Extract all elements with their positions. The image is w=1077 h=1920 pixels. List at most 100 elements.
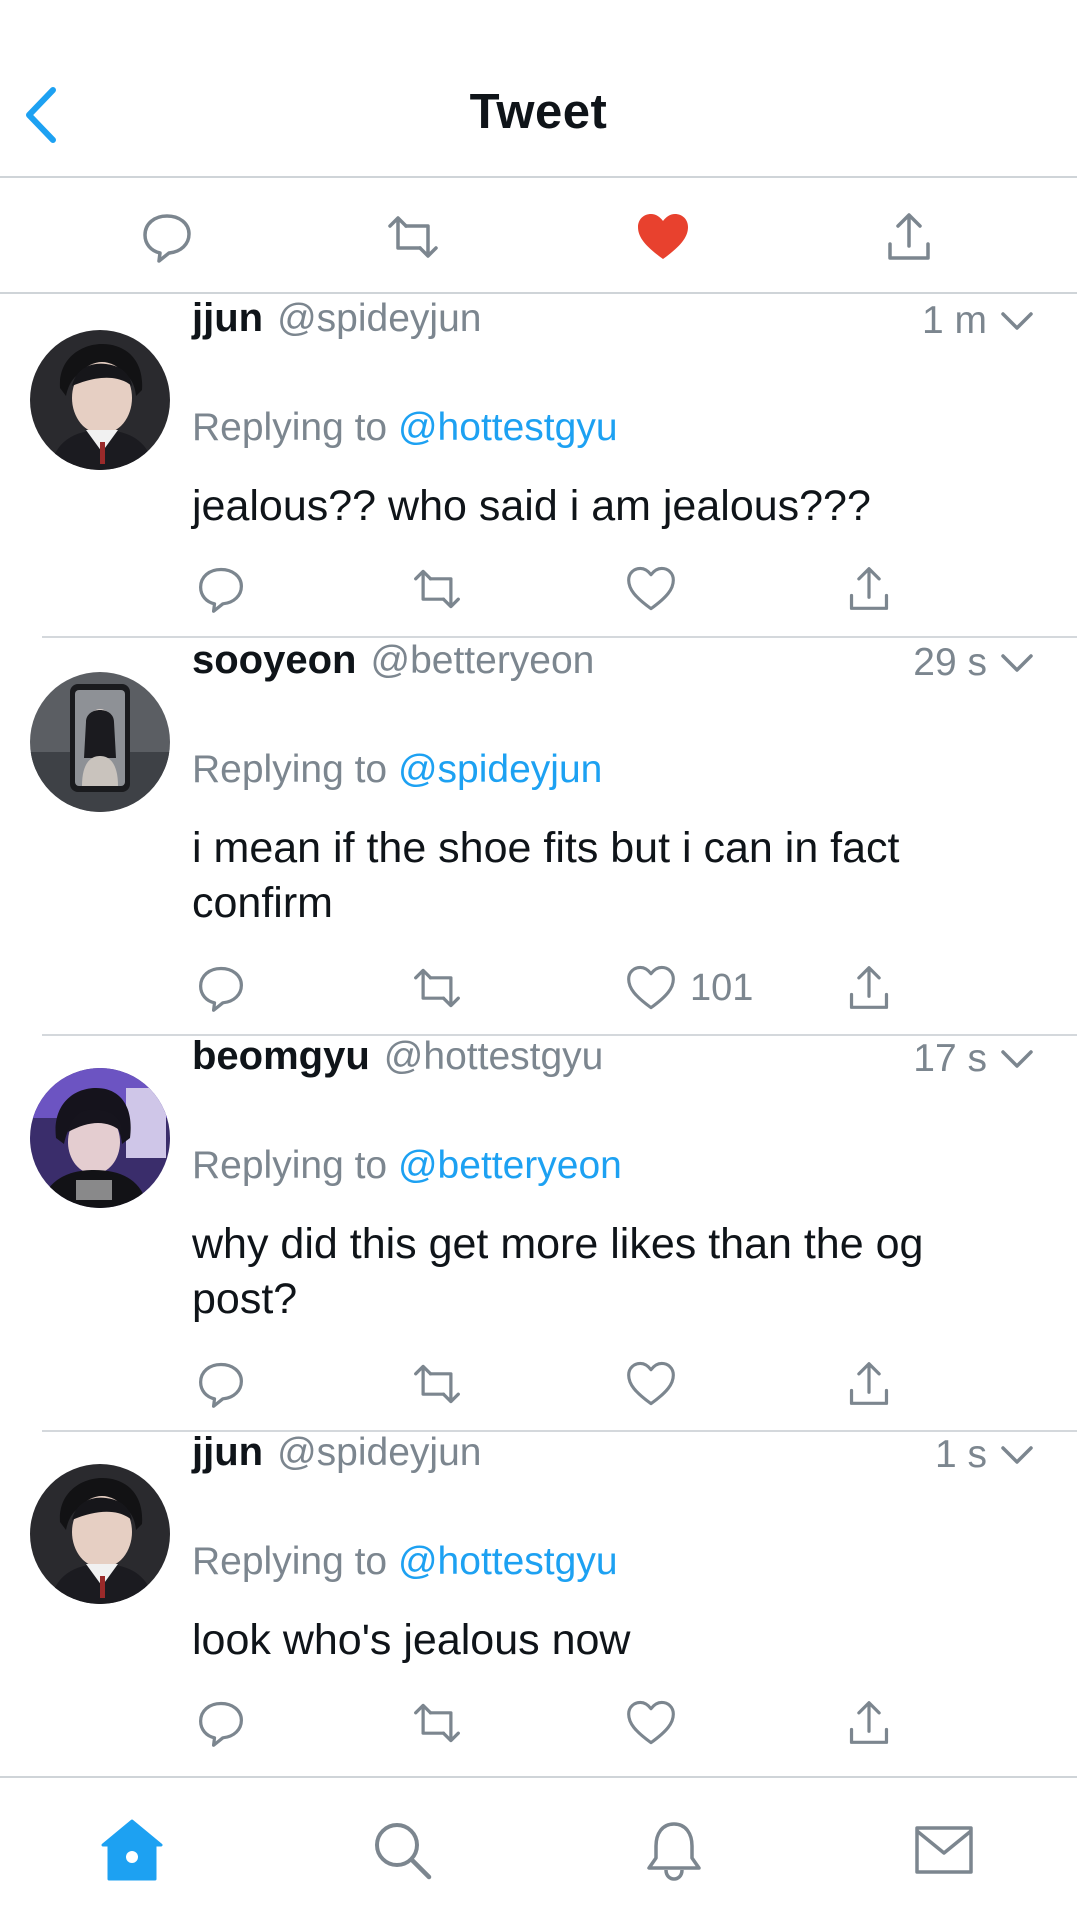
tweet-item[interactable]: jjun @spideyjun 1 s Replying to @hottest… bbox=[0, 1430, 1077, 1776]
tweet-actions bbox=[192, 1693, 952, 1753]
tweet-meta: 17 s bbox=[913, 1034, 1037, 1084]
tweet-options-button[interactable] bbox=[997, 1435, 1037, 1475]
like-count: 101 bbox=[690, 966, 754, 1009]
share-icon bbox=[849, 1701, 889, 1744]
tweet-meta: 1 s bbox=[935, 1430, 1037, 1480]
main-like-button[interactable] bbox=[628, 202, 698, 272]
display-name[interactable]: jjun bbox=[192, 296, 263, 341]
display-name[interactable]: jjun bbox=[192, 1430, 263, 1475]
display-name[interactable]: sooyeon bbox=[192, 638, 356, 683]
retweet-button[interactable] bbox=[410, 559, 464, 619]
main-reply-button[interactable] bbox=[132, 202, 202, 272]
replying-to: Replying to @hottestgyu bbox=[192, 406, 618, 450]
main-retweet-button[interactable] bbox=[378, 202, 448, 272]
chevron-down-icon bbox=[1001, 312, 1033, 330]
reply-button[interactable] bbox=[196, 958, 246, 1018]
avatar-photo-icon bbox=[30, 1464, 170, 1604]
tweet-options-button[interactable] bbox=[997, 301, 1037, 341]
reply-button[interactable] bbox=[196, 1693, 246, 1753]
share-button[interactable] bbox=[846, 1354, 892, 1414]
tweet-header: beomgyu @hottestgyu bbox=[192, 1034, 603, 1084]
timestamp: 29 s bbox=[913, 641, 987, 684]
replying-to: Replying to @betteryeon bbox=[192, 1144, 622, 1188]
tweet-header: jjun @spideyjun bbox=[192, 1430, 481, 1480]
avatar[interactable] bbox=[30, 1068, 170, 1208]
avatar-photo-icon bbox=[30, 672, 170, 812]
share-icon bbox=[849, 567, 889, 610]
share-icon bbox=[849, 1362, 889, 1405]
home-icon bbox=[101, 1819, 163, 1881]
heart-filled-icon bbox=[638, 214, 688, 259]
tweet-item[interactable]: beomgyu @hottestgyu 17 s Replying to @be… bbox=[0, 1034, 1077, 1432]
heart-outline-icon bbox=[627, 965, 675, 1010]
share-button[interactable] bbox=[846, 559, 892, 619]
replying-to-label: Replying to bbox=[192, 1540, 388, 1583]
user-handle[interactable]: @betteryeon bbox=[370, 639, 594, 683]
tweet-item[interactable]: jjun @spideyjun 1 m Replying to @hottest… bbox=[0, 296, 1077, 640]
tweet-options-button[interactable] bbox=[997, 1039, 1037, 1079]
like-button[interactable]: 101 bbox=[626, 958, 753, 1018]
tweet-item[interactable]: sooyeon @betteryeon 29 s Replying to @sp… bbox=[0, 638, 1077, 1036]
tweet-text: look who's jealous now bbox=[192, 1616, 631, 1664]
tweet-meta: 1 m bbox=[922, 296, 1037, 346]
retweet-icon bbox=[414, 1364, 460, 1404]
share-button[interactable] bbox=[846, 1693, 892, 1753]
tweet-text: i mean if the shoe fits but i can in fac… bbox=[192, 824, 900, 927]
reply-icon bbox=[143, 214, 191, 263]
reply-icon bbox=[199, 1362, 243, 1408]
replying-to: Replying to @spideyjun bbox=[192, 748, 602, 792]
reply-icon bbox=[199, 1701, 243, 1747]
replying-to: Replying to @hottestgyu bbox=[192, 1540, 618, 1584]
tweet-meta: 29 s bbox=[913, 638, 1037, 688]
retweet-icon bbox=[414, 569, 460, 609]
retweet-icon bbox=[414, 1703, 460, 1743]
user-handle[interactable]: @spideyjun bbox=[277, 1431, 481, 1475]
avatar-photo-icon bbox=[30, 330, 170, 470]
tab-home[interactable] bbox=[92, 1810, 172, 1890]
chevron-down-icon bbox=[1001, 654, 1033, 672]
top-nav-bar: Tweet bbox=[0, 0, 1077, 178]
tab-search[interactable] bbox=[362, 1810, 442, 1890]
mention-link[interactable]: @betteryeon bbox=[398, 1144, 622, 1187]
tweet-options-button[interactable] bbox=[997, 643, 1037, 683]
avatar-photo-icon bbox=[30, 1068, 170, 1208]
messages-envelope-icon bbox=[915, 1826, 973, 1874]
tweet-actions bbox=[192, 559, 952, 619]
retweet-button[interactable] bbox=[410, 1354, 464, 1414]
mention-link[interactable]: @hottestgyu bbox=[398, 406, 618, 449]
tweet-text: jealous?? who said i am jealous??? bbox=[192, 482, 871, 530]
bottom-tab-bar bbox=[0, 1776, 1077, 1920]
user-handle[interactable]: @hottestgyu bbox=[384, 1035, 604, 1079]
timestamp: 1 s bbox=[934, 1433, 987, 1476]
like-button[interactable] bbox=[626, 559, 690, 619]
reply-icon bbox=[199, 966, 243, 1012]
tab-notifications[interactable] bbox=[634, 1810, 714, 1890]
retweet-button[interactable] bbox=[410, 1693, 464, 1753]
avatar[interactable] bbox=[30, 672, 170, 812]
share-button[interactable] bbox=[846, 958, 892, 1018]
display-name[interactable]: beomgyu bbox=[192, 1034, 370, 1079]
reply-button[interactable] bbox=[196, 559, 246, 619]
like-button[interactable] bbox=[626, 1354, 690, 1414]
avatar[interactable] bbox=[30, 330, 170, 470]
timestamp: 17 s bbox=[913, 1037, 987, 1080]
avatar[interactable] bbox=[30, 1464, 170, 1604]
main-share-button[interactable] bbox=[874, 202, 944, 272]
retweet-button[interactable] bbox=[410, 958, 464, 1018]
reply-icon bbox=[199, 567, 243, 613]
mention-link[interactable]: @hottestgyu bbox=[398, 1540, 618, 1583]
replying-to-label: Replying to bbox=[192, 748, 388, 791]
tab-messages[interactable] bbox=[904, 1810, 984, 1890]
page-title: Tweet bbox=[469, 85, 608, 139]
heart-outline-icon bbox=[627, 1361, 675, 1406]
share-icon bbox=[888, 213, 930, 260]
search-icon bbox=[375, 1823, 432, 1880]
mention-link[interactable]: @spideyjun bbox=[398, 748, 602, 791]
user-handle[interactable]: @spideyjun bbox=[277, 297, 481, 341]
reply-button[interactable] bbox=[196, 1354, 246, 1414]
heart-outline-icon bbox=[627, 566, 675, 611]
replying-to-label: Replying to bbox=[192, 1144, 388, 1187]
tweet-text: why did this get more likes than the og … bbox=[192, 1220, 924, 1323]
like-button[interactable] bbox=[626, 1693, 690, 1753]
share-icon bbox=[849, 966, 889, 1009]
